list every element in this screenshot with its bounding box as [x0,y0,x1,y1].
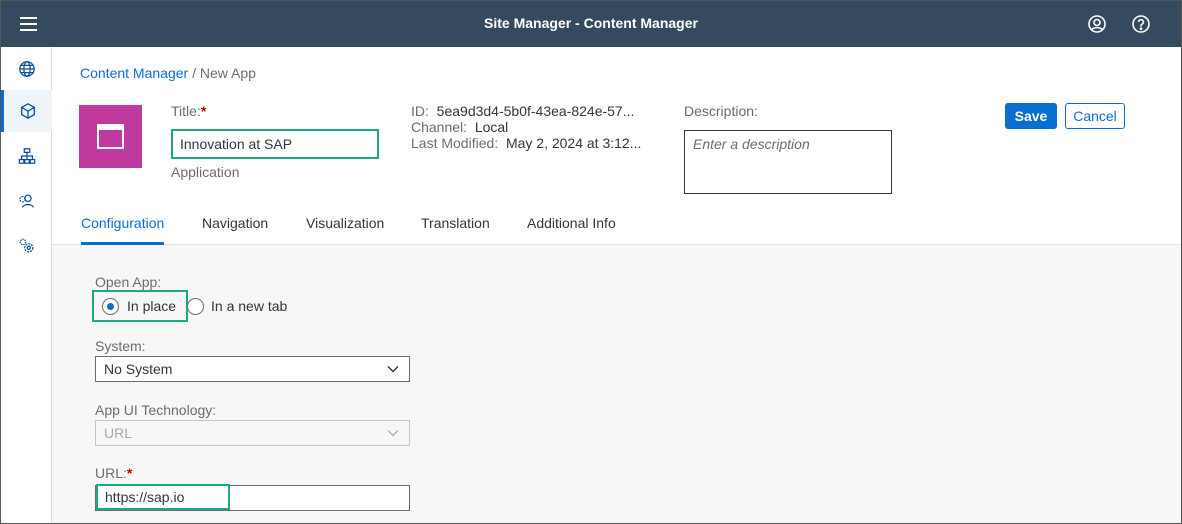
radio-new-tab-label[interactable]: In a new tab [211,298,287,314]
chevron-down-icon [387,366,399,373]
system-select-value: No System [104,361,173,377]
tab-bar: Configuration Navigation Visualization T… [52,207,1181,245]
url-label: URL:* [95,465,132,481]
chevron-down-icon [387,430,399,437]
radio-new-tab[interactable] [187,298,204,315]
id-value: 5ea9d3d4-5b0f-43ea-824e-57... [436,103,635,119]
tab-additional-info[interactable]: Additional Info [527,215,616,245]
tab-translation[interactable]: Translation [421,215,490,245]
last-modified-value: May 2, 2024 at 3:12... [505,135,642,151]
description-textarea[interactable]: Enter a description [684,130,892,194]
side-navigation [1,47,52,523]
cube-icon[interactable] [1,90,52,132]
required-mark: * [200,103,207,119]
breadcrumb-current: New App [199,65,256,81]
tab-configuration[interactable]: Configuration [81,215,165,245]
tab-navigation[interactable]: Navigation [202,215,268,245]
user-icon[interactable] [1087,14,1107,34]
hierarchy-icon[interactable] [1,135,52,177]
globe-icon[interactable] [1,48,52,90]
open-app-label: Open App: [95,274,162,290]
app-ui-technology-value: URL [104,425,133,441]
save-button[interactable]: Save [1005,103,1057,129]
configuration-form: Open App: In place In a new tab System: … [52,245,1181,523]
title-input[interactable]: Innovation at SAP [171,129,379,159]
breadcrumb-link-content-manager[interactable]: Content Manager [80,65,188,81]
url-input-value[interactable]: https://sap.io [96,484,230,510]
channel-value: Local [474,119,509,135]
app-window: Site Manager - Content Manager Content M… [0,0,1182,524]
last-modified-label: Last Modified: [411,135,499,151]
app-ui-technology-label: App UI Technology: [95,402,217,418]
id-label: ID: [411,103,429,119]
radio-in-place-label[interactable]: In place [127,298,176,314]
channel-label: Channel: [411,119,468,135]
shell-title: Site Manager - Content Manager [484,15,698,31]
app-icon [79,105,142,168]
title-label: Title:* [171,103,206,119]
object-subtitle: Application [171,164,240,180]
tab-visualization[interactable]: Visualization [306,215,384,245]
system-select[interactable]: No System [95,356,410,382]
system-label: System: [95,338,146,354]
header-meta: ID: 5ea9d3d4-5b0f-43ea-824e-57... Channe… [411,103,641,151]
description-label: Description: [684,103,758,119]
url-label-text: URL: [95,465,127,481]
window-icon [97,124,124,149]
help-icon[interactable] [1131,14,1151,34]
settings-icon[interactable] [1,225,52,267]
breadcrumb: Content Manager / New App [80,65,256,81]
breadcrumb-separator: / [192,65,196,81]
role-settings-icon[interactable] [1,180,52,222]
cancel-button[interactable]: Cancel [1065,103,1125,129]
app-ui-technology-select: URL [95,420,410,446]
url-required-mark: * [126,465,133,481]
object-page: Content Manager / New App Title:* Innova… [52,47,1181,523]
shell-bar: Site Manager - Content Manager [1,1,1181,47]
radio-in-place[interactable] [102,298,119,315]
title-label-text: Title: [171,103,201,119]
